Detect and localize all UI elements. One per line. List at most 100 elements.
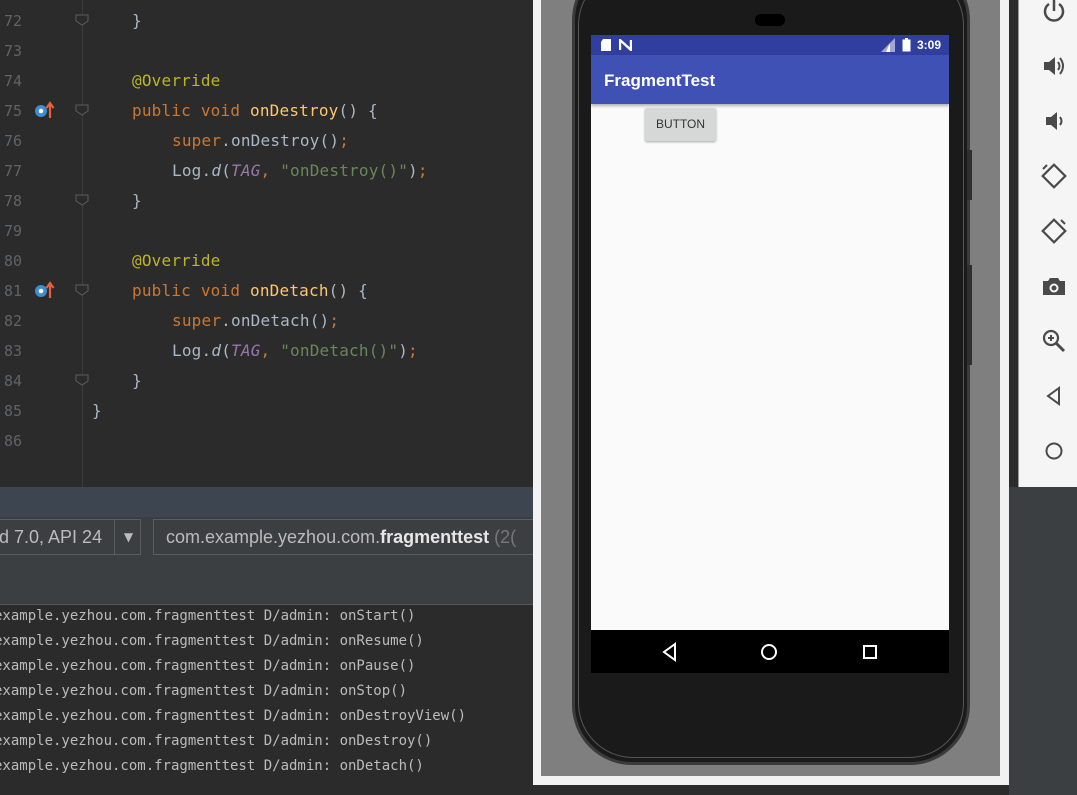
code-line[interactable]: 83 Log.d(TAG, "onDetach()"); — [0, 335, 533, 365]
phone-volume-button[interactable] — [967, 265, 972, 365]
logcat-output[interactable]: example.yezhou.com.fragmenttest D/admin:… — [0, 605, 533, 795]
power-icon[interactable] — [1041, 0, 1067, 24]
code-token: onDestroy — [250, 101, 339, 120]
chevron-down-icon[interactable]: ▼ — [114, 520, 142, 554]
code-line[interactable]: 85} — [0, 395, 533, 425]
process-dropdown[interactable]: com.example.yezhou.com.fragmenttest (2( — [153, 519, 553, 555]
back-icon[interactable] — [1041, 383, 1067, 409]
code-token: , — [260, 341, 281, 360]
line-number: 76 — [4, 132, 23, 150]
code-line[interactable]: 75 public void onDestroy() { — [0, 95, 533, 125]
code-line[interactable]: 76 super.onDestroy(); — [0, 125, 533, 155]
log-line[interactable]: example.yezhou.com.fragmenttest D/admin:… — [0, 608, 415, 624]
code-token: } — [132, 11, 142, 30]
override-marker-icon[interactable] — [34, 280, 56, 298]
line-number: 86 — [4, 432, 23, 450]
code-token: onDetach — [250, 281, 329, 300]
code-line[interactable]: 80 @Override — [0, 245, 533, 275]
code-token: d — [211, 341, 222, 360]
code-token: } — [92, 401, 102, 420]
app-button[interactable]: BUTTON — [645, 108, 716, 141]
code-line[interactable]: 81 public void onDetach() { — [0, 275, 533, 305]
fold-marker-icon[interactable] — [75, 104, 89, 116]
line-number: 79 — [4, 222, 23, 240]
code-editor[interactable]: 72} 73 74 @Override 75 public void onDestroy(… — [0, 0, 533, 487]
zoom-icon[interactable] — [1041, 328, 1067, 354]
code-token: ) — [408, 161, 418, 180]
log-line[interactable]: example.yezhou.com.fragmenttest D/admin:… — [0, 683, 407, 699]
code-line[interactable]: 79 — [0, 215, 533, 245]
fold-marker-icon[interactable] — [75, 194, 89, 206]
code-token: onDestroy — [231, 131, 320, 150]
fold-marker-icon[interactable] — [75, 284, 89, 296]
line-number: 85 — [4, 402, 23, 420]
app-title: FragmentTest — [604, 71, 716, 90]
code-text: Log.d(TAG, "onDestroy()"); — [172, 161, 428, 180]
phone-side-button[interactable] — [967, 150, 972, 200]
code-token: public void — [132, 281, 250, 300]
code-token: public void — [132, 101, 250, 120]
nfc-icon — [619, 39, 632, 51]
code-token: TAG — [231, 341, 261, 360]
code-token: "onDestroy()" — [280, 161, 409, 180]
rotate-right-icon[interactable] — [1041, 218, 1067, 244]
code-text: super.onDestroy(); — [172, 131, 349, 150]
rotate-left-icon[interactable] — [1041, 163, 1067, 189]
code-token: . — [221, 311, 232, 330]
code-token: Log. — [172, 341, 212, 360]
code-token: super — [172, 131, 222, 150]
code-token: super — [172, 311, 222, 330]
code-token: } — [132, 191, 142, 210]
code-token: () { — [338, 101, 378, 120]
code-token: ; — [417, 161, 428, 180]
camera-icon[interactable] — [1041, 273, 1067, 299]
code-token: , — [260, 161, 281, 180]
nav-back-icon[interactable] — [658, 640, 682, 664]
sd-card-icon — [601, 39, 611, 51]
log-line[interactable]: example.yezhou.com.fragmenttest D/admin:… — [0, 733, 432, 749]
nav-home-icon[interactable] — [757, 640, 781, 664]
code-token: () — [309, 311, 330, 330]
process-suffix: (2( — [489, 527, 517, 547]
code-token: () { — [328, 281, 369, 300]
battery-icon — [902, 38, 911, 52]
code-token: } — [132, 371, 142, 390]
code-line[interactable]: 77 Log.d(TAG, "onDestroy()"); — [0, 155, 533, 185]
line-number: 83 — [4, 342, 23, 360]
log-line[interactable]: example.yezhou.com.fragmenttest D/admin:… — [0, 758, 424, 774]
nav-overview-icon[interactable] — [858, 640, 882, 664]
log-line[interactable]: example.yezhou.com.fragmenttest D/admin:… — [0, 658, 415, 674]
home-icon[interactable] — [1041, 438, 1067, 464]
code-text: } — [92, 401, 102, 420]
code-text: @Override — [132, 71, 221, 90]
code-token: () — [319, 131, 340, 150]
log-line[interactable]: example.yezhou.com.fragmenttest D/admin:… — [0, 633, 424, 649]
code-line[interactable]: 86 — [0, 425, 533, 455]
code-line[interactable]: 78} — [0, 185, 533, 215]
fold-marker-icon[interactable] — [75, 14, 89, 26]
phone-screen[interactable]: 3:09 FragmentTest BUTTON — [591, 35, 949, 673]
volume-up-icon[interactable] — [1041, 53, 1067, 79]
device-dropdown[interactable]: d 7.0, API 24 ▼ — [0, 519, 141, 555]
code-line[interactable]: 74 @Override — [0, 65, 533, 95]
code-line[interactable]: 73 — [0, 35, 533, 65]
code-token: TAG — [231, 161, 261, 180]
code-line[interactable]: 84} — [0, 365, 533, 395]
override-marker-icon[interactable] — [34, 100, 56, 118]
log-line[interactable]: example.yezhou.com.fragmenttest D/admin:… — [0, 708, 466, 724]
line-number: 78 — [4, 192, 23, 210]
code-token: ; — [408, 341, 418, 360]
phone-speaker — [755, 14, 785, 26]
code-line[interactable]: 82 super.onDetach(); — [0, 305, 533, 335]
fold-marker-icon[interactable] — [75, 374, 89, 386]
line-number: 72 — [4, 12, 23, 30]
code-text: super.onDetach(); — [172, 311, 339, 330]
line-number: 80 — [4, 252, 23, 270]
volume-down-icon[interactable] — [1041, 108, 1067, 134]
status-time: 3:09 — [916, 38, 941, 52]
line-number: 74 — [4, 72, 23, 90]
process-prefix: com.example.yezhou.com. — [166, 527, 381, 547]
code-text: Log.d(TAG, "onDetach()"); — [172, 341, 418, 360]
code-line[interactable]: 72} — [0, 5, 533, 35]
code-token: ( — [221, 161, 232, 180]
